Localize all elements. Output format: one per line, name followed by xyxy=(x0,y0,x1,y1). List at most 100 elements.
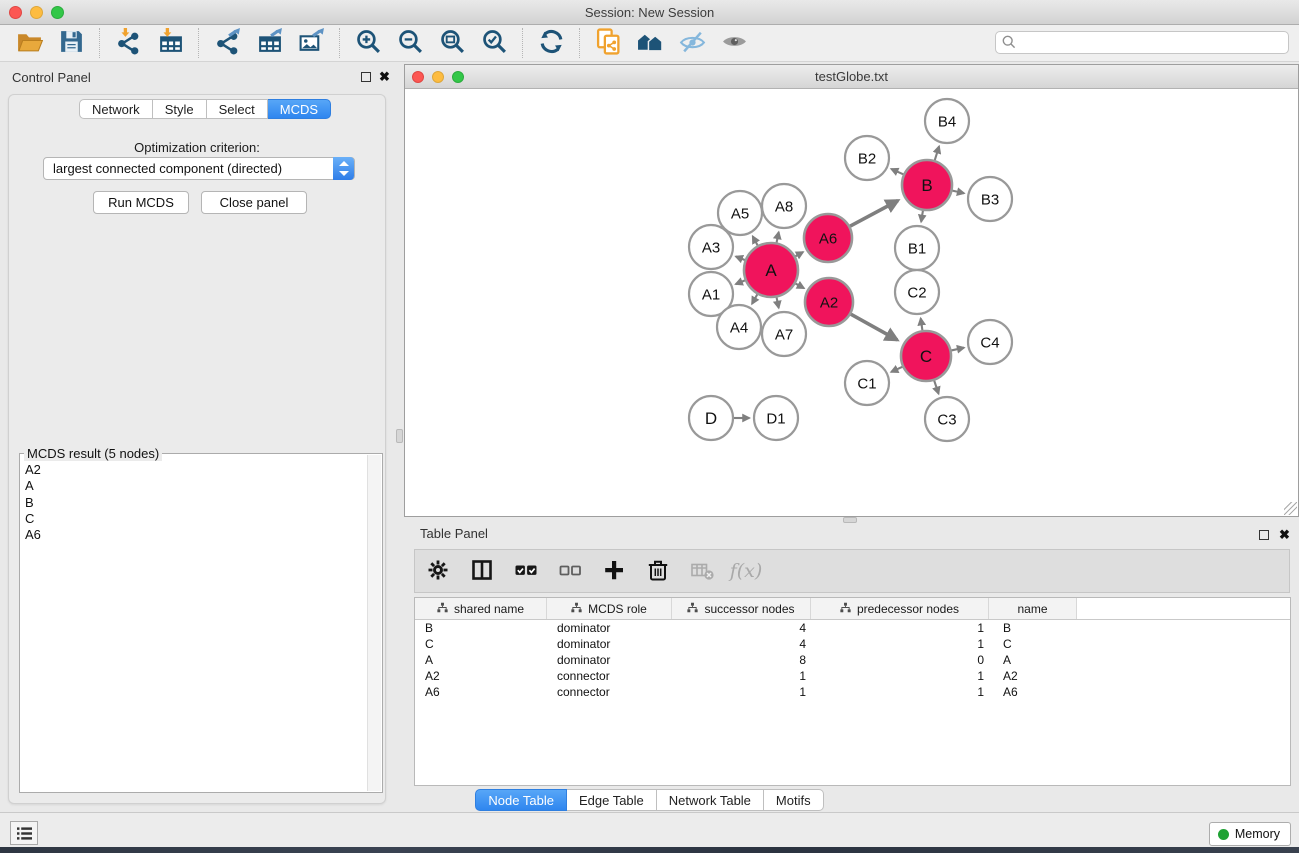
cell[interactable]: 1 xyxy=(811,669,989,683)
node-B4[interactable]: B4 xyxy=(925,99,969,143)
column-header-shared-name[interactable]: shared name xyxy=(415,598,547,619)
node-C[interactable]: C xyxy=(901,331,951,381)
cell[interactable]: B xyxy=(989,621,1077,635)
tab-mcds[interactable]: MCDS xyxy=(268,99,331,119)
tab-edge-table[interactable]: Edge Table xyxy=(567,789,657,811)
node-C4[interactable]: C4 xyxy=(968,320,1012,364)
node-A2[interactable]: A2 xyxy=(805,278,853,326)
tab-style[interactable]: Style xyxy=(153,99,207,119)
network-canvas[interactable]: B4B2BB3A8A5A6A3B1AC2A1A2A4A7C4CC1DD1C3 xyxy=(405,89,1298,516)
vertical-split-handle[interactable] xyxy=(396,429,403,443)
result-item[interactable]: A2 xyxy=(25,462,363,478)
memory-button[interactable]: Memory xyxy=(1209,822,1291,846)
node-B1[interactable]: B1 xyxy=(895,226,939,270)
cell[interactable]: dominator xyxy=(547,637,672,651)
open-session-button[interactable] xyxy=(8,27,50,59)
edge-A-A6[interactable] xyxy=(795,252,803,256)
edge-C-C2[interactable] xyxy=(921,318,923,330)
minimize-window-button[interactable] xyxy=(30,6,43,19)
table-panel-float-icon[interactable] xyxy=(1259,530,1269,540)
result-scrollbar[interactable] xyxy=(367,455,381,791)
tab-node-table[interactable]: Node Table xyxy=(475,789,567,811)
criterion-select[interactable]: largest connected component (directed) xyxy=(43,157,355,180)
cell[interactable]: 4 xyxy=(672,621,811,635)
control-panel-close-icon[interactable]: ✖ xyxy=(379,69,390,85)
node-A8[interactable]: A8 xyxy=(762,184,806,228)
control-panel-float-icon[interactable] xyxy=(361,72,371,82)
cell[interactable]: dominator xyxy=(547,653,672,667)
table-row[interactable]: Adominator80A xyxy=(415,652,1290,668)
import-network-button[interactable] xyxy=(107,27,149,59)
edge-A-A5[interactable] xyxy=(753,236,758,245)
cell[interactable]: A xyxy=(415,653,547,667)
tab-network-table[interactable]: Network Table xyxy=(657,789,764,811)
cell[interactable]: 1 xyxy=(811,637,989,651)
zoom-fit-button[interactable] xyxy=(431,27,473,59)
cell[interactable]: A2 xyxy=(415,669,547,683)
cell[interactable]: C xyxy=(415,637,547,651)
edge-A-A1[interactable] xyxy=(736,280,745,284)
close-window-button[interactable] xyxy=(9,6,22,19)
node-C2[interactable]: C2 xyxy=(895,270,939,314)
column-header-name[interactable]: name xyxy=(989,598,1077,619)
settings-gear-button[interactable] xyxy=(423,556,453,586)
hide-selected-button[interactable] xyxy=(671,27,713,59)
close-panel-button[interactable]: Close panel xyxy=(201,191,307,214)
node-B3[interactable]: B3 xyxy=(968,177,1012,221)
node-B2[interactable]: B2 xyxy=(845,136,889,180)
node-C3[interactable]: C3 xyxy=(925,397,969,441)
show-column-button[interactable] xyxy=(467,556,497,586)
table-row[interactable]: Bdominator41B xyxy=(415,620,1290,636)
node-B[interactable]: B xyxy=(902,160,952,210)
edge-A6-B[interactable] xyxy=(850,201,898,227)
first-neighbors-button[interactable] xyxy=(629,27,671,59)
table-panel-close-icon[interactable]: ✖ xyxy=(1279,527,1290,543)
cell[interactable]: 1 xyxy=(672,669,811,683)
cell[interactable]: 8 xyxy=(672,653,811,667)
export-network-button[interactable] xyxy=(206,27,248,59)
table-row[interactable]: A6connector11A6 xyxy=(415,684,1290,700)
cell[interactable]: A6 xyxy=(415,685,547,699)
column-header-MCDS-role[interactable]: MCDS role xyxy=(547,598,672,619)
cell[interactable]: dominator xyxy=(547,621,672,635)
result-item[interactable]: B xyxy=(25,495,363,511)
tab-motifs[interactable]: Motifs xyxy=(764,789,824,811)
apply-layout-button[interactable] xyxy=(530,27,572,59)
zoom-in-button[interactable] xyxy=(347,27,389,59)
delete-column-button[interactable] xyxy=(643,556,673,586)
edge-C-C3[interactable] xyxy=(934,381,938,394)
cell[interactable]: 4 xyxy=(672,637,811,651)
node-C1[interactable]: C1 xyxy=(845,361,889,405)
task-history-button[interactable] xyxy=(10,821,38,845)
node-A7[interactable]: A7 xyxy=(762,312,806,356)
edge-A-A7[interactable] xyxy=(777,297,779,307)
edge-C-C4[interactable] xyxy=(951,348,964,351)
resize-grip-icon[interactable] xyxy=(1284,502,1297,515)
tab-select[interactable]: Select xyxy=(207,99,268,119)
node-A6[interactable]: A6 xyxy=(804,214,852,262)
export-table-button[interactable] xyxy=(248,27,290,59)
result-item[interactable]: C xyxy=(25,511,363,527)
zoom-selected-button[interactable] xyxy=(473,27,515,59)
column-header-successor-nodes[interactable]: successor nodes xyxy=(672,598,811,619)
node-A3[interactable]: A3 xyxy=(689,225,733,269)
cell[interactable]: 0 xyxy=(811,653,989,667)
search-input[interactable] xyxy=(995,31,1289,54)
network-minimize-button[interactable] xyxy=(432,71,444,83)
column-header-predecessor-nodes[interactable]: predecessor nodes xyxy=(811,598,989,619)
run-mcds-button[interactable]: Run MCDS xyxy=(93,191,189,214)
table-row[interactable]: A2connector11A2 xyxy=(415,668,1290,684)
import-table-button[interactable] xyxy=(149,27,191,59)
deselect-all-button[interactable] xyxy=(555,556,585,586)
cell[interactable]: A2 xyxy=(989,669,1077,683)
cell[interactable]: B xyxy=(415,621,547,635)
show-all-button[interactable] xyxy=(713,27,755,59)
node-D[interactable]: D xyxy=(689,396,733,440)
cell[interactable]: C xyxy=(989,637,1077,651)
cell[interactable]: A xyxy=(989,653,1077,667)
edge-A-A2[interactable] xyxy=(796,284,804,289)
cell[interactable]: connector xyxy=(547,669,672,683)
network-close-button[interactable] xyxy=(412,71,424,83)
node-D1[interactable]: D1 xyxy=(754,396,798,440)
result-item[interactable]: A xyxy=(25,478,363,494)
